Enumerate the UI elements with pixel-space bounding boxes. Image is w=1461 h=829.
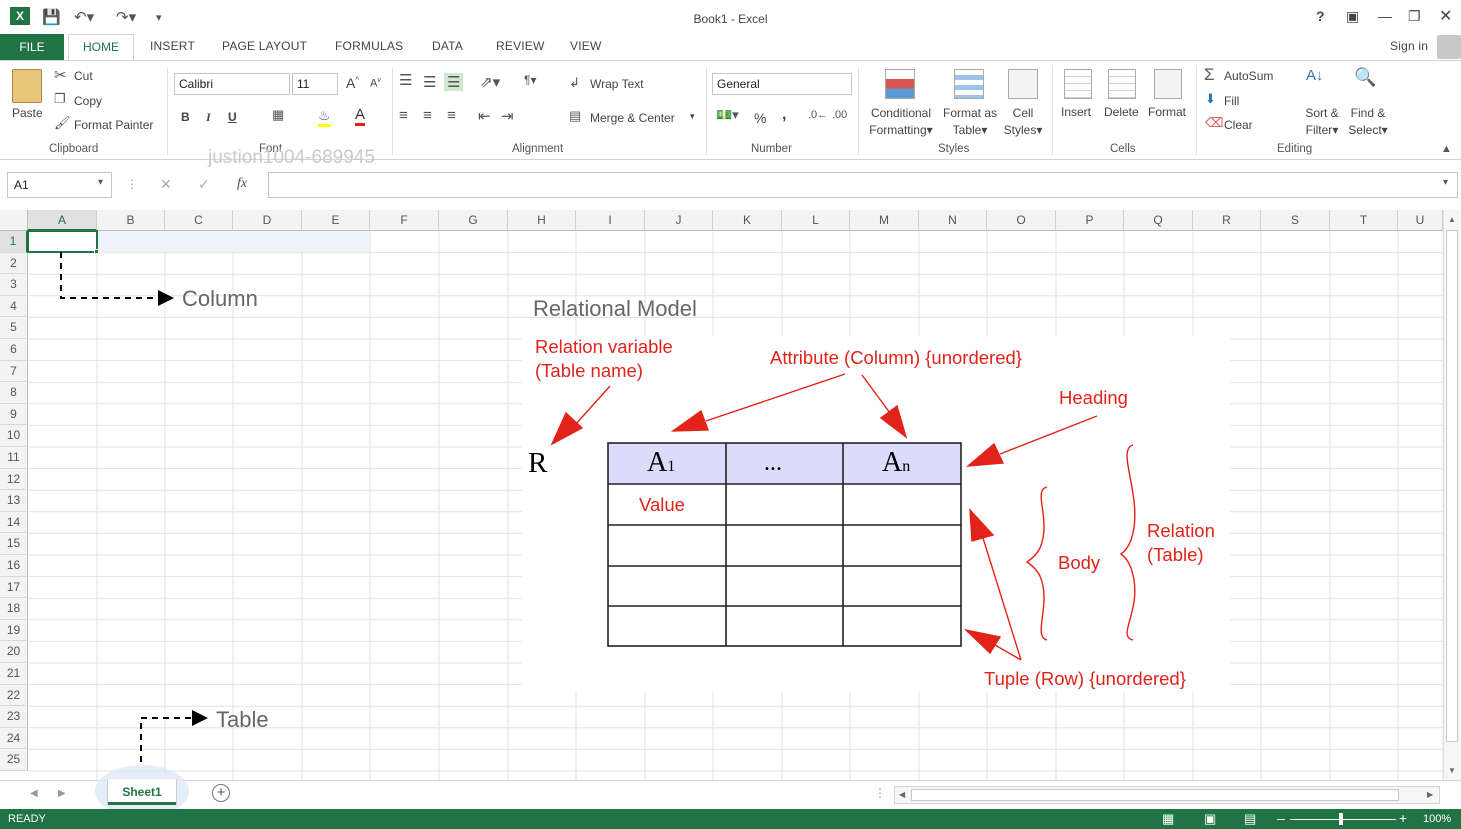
an-letter: A xyxy=(882,447,903,478)
zoom-slider-track[interactable] xyxy=(1290,819,1396,820)
body-brace xyxy=(1025,486,1048,641)
a1-subscript: 1 xyxy=(667,458,676,475)
zoom-in-button[interactable]: + xyxy=(1399,810,1407,826)
column-annotation-label: Column xyxy=(182,286,258,311)
table-name-label: (Table name) xyxy=(535,360,643,381)
attribute-dots: ... xyxy=(764,450,782,476)
an-subscript: n xyxy=(902,458,911,475)
scroll-right-icon[interactable]: ▶ xyxy=(1427,790,1433,799)
new-sheet-icon[interactable]: + xyxy=(212,784,230,802)
relation-table-label: (Table) xyxy=(1147,544,1204,565)
zoom-level[interactable]: 100% xyxy=(1423,813,1451,825)
a1-letter: A xyxy=(647,447,668,478)
horizontal-scrollbar[interactable]: ◀ ▶ xyxy=(894,786,1440,804)
relation-label: Relation xyxy=(1147,520,1215,541)
tuple-label: Tuple (Row) {unordered} xyxy=(984,668,1186,689)
page-break-view-icon[interactable]: ▤ xyxy=(1244,811,1256,827)
relation-r-label: R xyxy=(528,447,548,479)
relation-brace xyxy=(1119,444,1136,641)
status-text: READY xyxy=(8,813,46,825)
table-annotation-label: Table xyxy=(216,707,269,732)
next-sheet-icon[interactable]: ▶ xyxy=(58,788,66,799)
column-dashed-arrow xyxy=(60,252,174,306)
value-cell-label: Value xyxy=(639,494,685,515)
page-layout-view-icon[interactable]: ▣ xyxy=(1204,811,1216,827)
attribute-label: Attribute (Column) {unordered} xyxy=(770,347,1022,368)
relational-model-title: Relational Model xyxy=(533,296,697,321)
body-label: Body xyxy=(1058,552,1101,573)
split-handle-icon[interactable]: ⋮ xyxy=(874,786,886,800)
diagram-lines xyxy=(60,252,1136,762)
sheet-tab-sheet1[interactable]: Sheet1 xyxy=(108,779,176,805)
normal-view-icon[interactable]: ▦ xyxy=(1162,811,1174,827)
relation-variable-label: Relation variable xyxy=(535,336,673,357)
attribute-an: An xyxy=(882,447,910,479)
table-dashed-arrow xyxy=(140,710,208,762)
sheet-tabs-bar: ◀ ▶ Sheet1 + ⋮ ◀ ▶ xyxy=(0,765,1461,817)
heading-label: Heading xyxy=(1059,387,1128,408)
horizontal-scroll-thumb[interactable] xyxy=(911,789,1399,801)
scroll-left-icon[interactable]: ◀ xyxy=(899,790,905,799)
zoom-out-button[interactable]: – xyxy=(1277,810,1285,826)
status-bar: READY ▦ ▣ ▤ – + 100% xyxy=(0,809,1461,829)
prev-sheet-icon[interactable]: ◀ xyxy=(30,788,38,799)
attribute-a1: A1 xyxy=(647,447,675,479)
zoom-slider-thumb[interactable] xyxy=(1339,813,1343,825)
